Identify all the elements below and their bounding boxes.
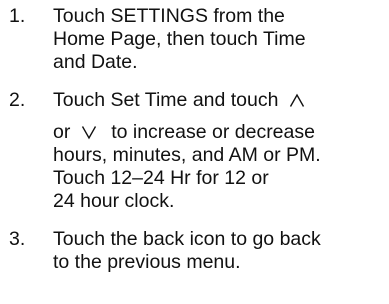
step-2-line-2: or to increase or decrease (53, 121, 315, 143)
step-2-line-4: Touch 12–24 Hr for 12 or (53, 167, 269, 189)
step-2-line-3: hours, minutes, and AM or PM. (53, 144, 321, 166)
step-1-number: 1. (9, 5, 26, 27)
step-2-line-1: Touch Set Time and touch (53, 89, 305, 111)
step-2-line-5: 24 hour clock. (53, 190, 175, 212)
step-2-line-2-prefix: or (53, 121, 71, 143)
step-3-line-1: Touch the back icon to go back (53, 228, 321, 250)
chevron-up-icon (289, 93, 305, 108)
step-1-line-2: Home Page, then touch Time (53, 28, 306, 50)
instruction-steps: 1. Touch SETTINGS from the Home Page, th… (0, 0, 389, 304)
step-2-line-1-text: Touch Set Time and touch (53, 89, 279, 111)
step-3-line-2: to the previous menu. (53, 251, 241, 273)
step-1-line-1: Touch SETTINGS from the (53, 5, 285, 27)
step-2-line-2-suffix: to increase or decrease (111, 121, 315, 143)
step-2-number: 2. (9, 89, 26, 111)
step-1-line-3: and Date. (53, 51, 138, 73)
step-3-number: 3. (9, 228, 26, 250)
chevron-down-icon (81, 125, 97, 140)
